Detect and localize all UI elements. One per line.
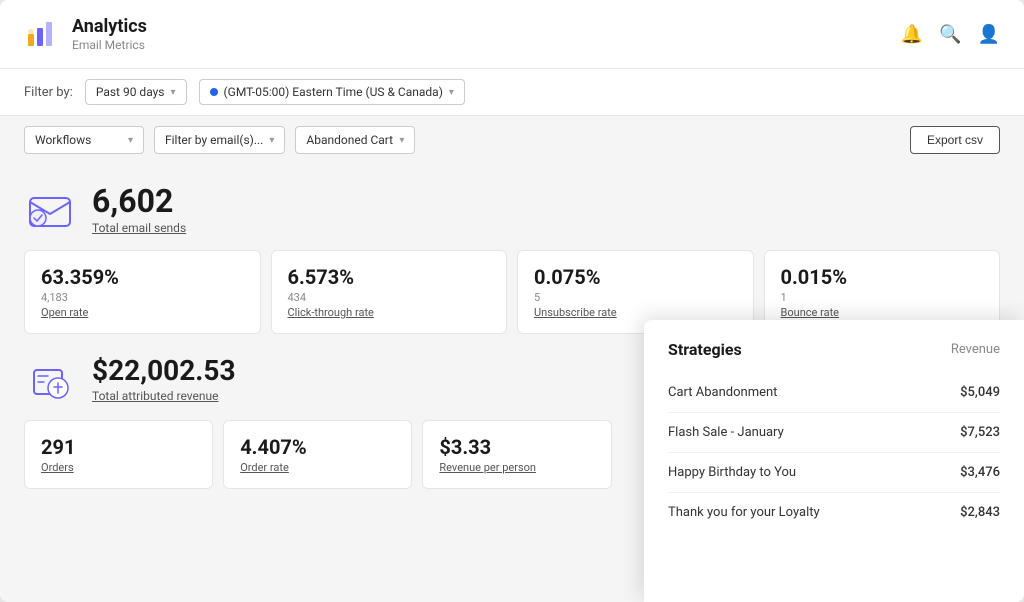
order-rate-card: 4.407% Order rate [223,420,412,489]
ctr-card: 6.573% 434 Click-through rate [271,250,508,334]
abandoned-cart-dropdown[interactable]: Abandoned Cart ▾ [295,126,415,154]
strategy-revenue: $3,476 [960,465,1000,480]
app-title: Analytics [72,16,147,38]
email-sends-section: 6,602 Total email sends [24,184,1000,236]
email-filter-label: Filter by email(s)... [165,133,263,147]
bell-icon[interactable]: 🔔 [901,24,923,45]
filter-label: Filter by: [24,85,73,100]
total-revenue-value: $22,002.53 [92,357,236,385]
strategy-row: Flash Sale - January $7,523 [668,413,1000,453]
chevron-down-icon: ▾ [128,135,133,146]
chevron-down-icon: ▾ [399,135,404,146]
workflows-dropdown[interactable]: Workflows ▾ [24,126,144,154]
filter-row-secondary: Workflows ▾ Filter by email(s)... ▾ Aban… [0,116,1024,164]
total-sends-value: 6,602 [92,185,186,217]
order-rate-value: 4.407% [240,435,395,459]
abandoned-cart-label: Abandoned Cart [306,133,393,147]
time-period-value: Past 90 days [96,85,165,99]
unsub-label: Unsubscribe rate [534,306,737,319]
user-icon[interactable]: 👤 [978,24,1000,45]
strategies-title: Strategies [668,340,742,359]
orders-value: 291 [41,435,196,459]
total-revenue-label[interactable]: Total attributed revenue [92,389,218,403]
revenue-icon [24,354,76,406]
strategy-name: Thank you for your Loyalty [668,505,820,520]
chevron-down-icon: ▾ [269,135,274,146]
chevron-down-icon: ▾ [449,87,454,98]
filter-bar: Filter by: Past 90 days ▾ (GMT-05:00) Ea… [0,69,1024,116]
strategy-name: Happy Birthday to You [668,465,796,480]
chevron-down-icon: ▾ [171,87,176,98]
strategy-revenue: $5,049 [960,385,1000,400]
strategies-revenue-column: Revenue [951,342,1000,357]
time-period-filter[interactable]: Past 90 days ▾ [85,79,187,105]
search-icon[interactable]: 🔍 [939,24,961,45]
ctr-value: 6.573% [288,265,491,289]
strategy-row: Happy Birthday to You $3,476 [668,453,1000,493]
strategy-revenue: $7,523 [960,425,1000,440]
bounce-value: 0.015% [781,265,984,289]
bounce-sub: 1 [781,291,984,304]
timezone-filter[interactable]: (GMT-05:00) Eastern Time (US & Canada) ▾ [199,79,465,105]
timezone-value: (GMT-05:00) Eastern Time (US & Canada) [224,85,443,99]
workflows-label: Workflows [35,133,91,147]
rev-per-person-label: Revenue per person [439,461,594,474]
email-filter-dropdown[interactable]: Filter by email(s)... ▾ [154,126,285,154]
app-header: Analytics Email Metrics 🔔 🔍 👤 [0,0,1024,69]
strategy-name: Flash Sale - January [668,425,784,440]
strategy-name: Cart Abandonment [668,385,777,400]
total-sends-label[interactable]: Total email sends [92,221,186,235]
export-csv-button[interactable]: Export csv [910,126,1000,154]
rev-per-person-card: $3.33 Revenue per person [422,420,611,489]
open-rate-card: 63.359% 4,183 Open rate [24,250,261,334]
orders-card: 291 Orders [24,420,213,489]
header-actions: 🔔 🔍 👤 [901,24,1000,45]
orders-label: Orders [41,461,196,474]
strategy-row: Thank you for your Loyalty $2,843 [668,493,1000,532]
open-rate-sub: 4,183 [41,291,244,304]
bounce-label: Bounce rate [781,306,984,319]
unsub-value: 0.075% [534,265,737,289]
ctr-sub: 434 [288,291,491,304]
strategy-revenue: $2,843 [960,505,1000,520]
email-icon [24,184,76,236]
rev-per-person-value: $3.33 [439,435,594,459]
app-subtitle: Email Metrics [72,38,147,52]
unsub-sub: 5 [534,291,737,304]
open-rate-value: 63.359% [41,265,244,289]
strategies-header: Strategies Revenue [668,340,1000,359]
ctr-label: Click-through rate [288,306,491,319]
timezone-dot [210,88,218,96]
app-logo [24,14,60,54]
strategies-panel: Strategies Revenue Cart Abandonment $5,0… [644,320,1024,602]
strategy-row: Cart Abandonment $5,049 [668,373,1000,413]
order-rate-label: Order rate [240,461,395,474]
open-rate-label: Open rate [41,306,244,319]
